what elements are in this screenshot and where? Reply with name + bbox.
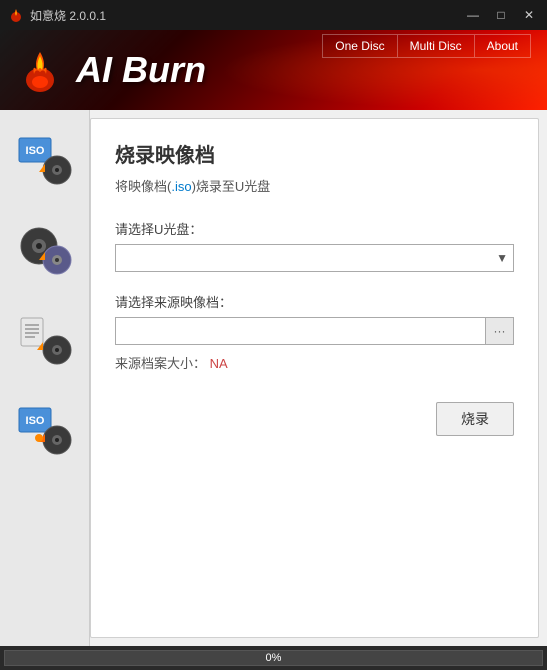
sidebar-item-iso-udisc[interactable]: ISO xyxy=(10,130,80,190)
main-container: ISO xyxy=(0,110,547,646)
file-size-row: 来源档案大小： NA xyxy=(115,353,514,372)
section-title: 烧录映像档 xyxy=(115,139,514,168)
sidebar-item-disc-clone[interactable] xyxy=(10,220,80,280)
flame-logo-icon xyxy=(16,46,64,94)
iso-udisc-icon: ISO xyxy=(17,134,73,186)
disc-clone-icon xyxy=(17,224,73,276)
sidebar-item-file-burn[interactable] xyxy=(10,310,80,370)
content-area: 烧录映像档 将映像档(.iso)烧录至U光盘 请选择U光盘： ▼ 请选择来源映像… xyxy=(90,118,539,638)
burn-btn-row: 烧录 xyxy=(115,402,514,436)
burn-button[interactable]: 烧录 xyxy=(436,402,514,436)
app-icon-title xyxy=(8,7,24,23)
progress-label: 0% xyxy=(266,652,282,664)
title-bar: 如意烧 2.0.0.1 — □ ✕ xyxy=(0,0,547,30)
subtitle-pre: 将映像档( xyxy=(115,179,171,194)
about-button[interactable]: About xyxy=(475,34,531,58)
subtitle-iso: .iso xyxy=(171,179,191,194)
u-disc-label: 请选择U光盘： xyxy=(115,219,514,238)
source-file-label: 请选择来源映像档： xyxy=(115,292,514,311)
app-title: AI Burn xyxy=(76,49,206,91)
multi-disc-button[interactable]: Multi Disc xyxy=(398,34,475,58)
header-logo: AI Burn xyxy=(16,46,206,94)
one-disc-button[interactable]: One Disc xyxy=(322,34,397,58)
header-nav: One Disc Multi Disc About xyxy=(322,34,531,58)
section-subtitle: 将映像档(.iso)烧录至U光盘 xyxy=(115,176,514,195)
u-disc-group: 请选择U光盘： ▼ xyxy=(115,219,514,272)
file-input-wrapper: ··· xyxy=(115,317,514,345)
sidebar: ISO xyxy=(0,110,90,646)
u-disc-select[interactable] xyxy=(115,244,514,272)
source-file-group: 请选择来源映像档： ··· 来源档案大小： NA xyxy=(115,292,514,372)
u-disc-dropdown-wrapper: ▼ xyxy=(115,244,514,272)
progress-bar-container: 0% xyxy=(0,646,547,670)
title-bar-controls: — □ ✕ xyxy=(463,7,539,23)
title-bar-left: 如意烧 2.0.0.1 xyxy=(8,7,106,24)
title-text: 如意烧 2.0.0.1 xyxy=(30,7,106,24)
svg-text:ISO: ISO xyxy=(25,145,44,157)
minimize-button[interactable]: — xyxy=(463,7,483,23)
file-size-value: NA xyxy=(210,356,228,371)
sidebar-item-iso-usb[interactable]: ISO xyxy=(10,400,80,460)
svg-text:ISO: ISO xyxy=(25,415,44,427)
source-file-input[interactable] xyxy=(116,318,485,344)
maximize-button[interactable]: □ xyxy=(491,7,511,23)
file-size-label: 来源档案大小： xyxy=(115,356,206,371)
header: AI Burn One Disc Multi Disc About xyxy=(0,30,547,110)
close-button[interactable]: ✕ xyxy=(519,7,539,23)
iso-usb-icon: ISO xyxy=(17,404,73,456)
progress-bar-track: 0% xyxy=(4,650,543,666)
file-browse-button[interactable]: ··· xyxy=(485,318,513,344)
file-burn-icon xyxy=(17,314,73,366)
subtitle-post: )烧录至U光盘 xyxy=(192,179,271,194)
